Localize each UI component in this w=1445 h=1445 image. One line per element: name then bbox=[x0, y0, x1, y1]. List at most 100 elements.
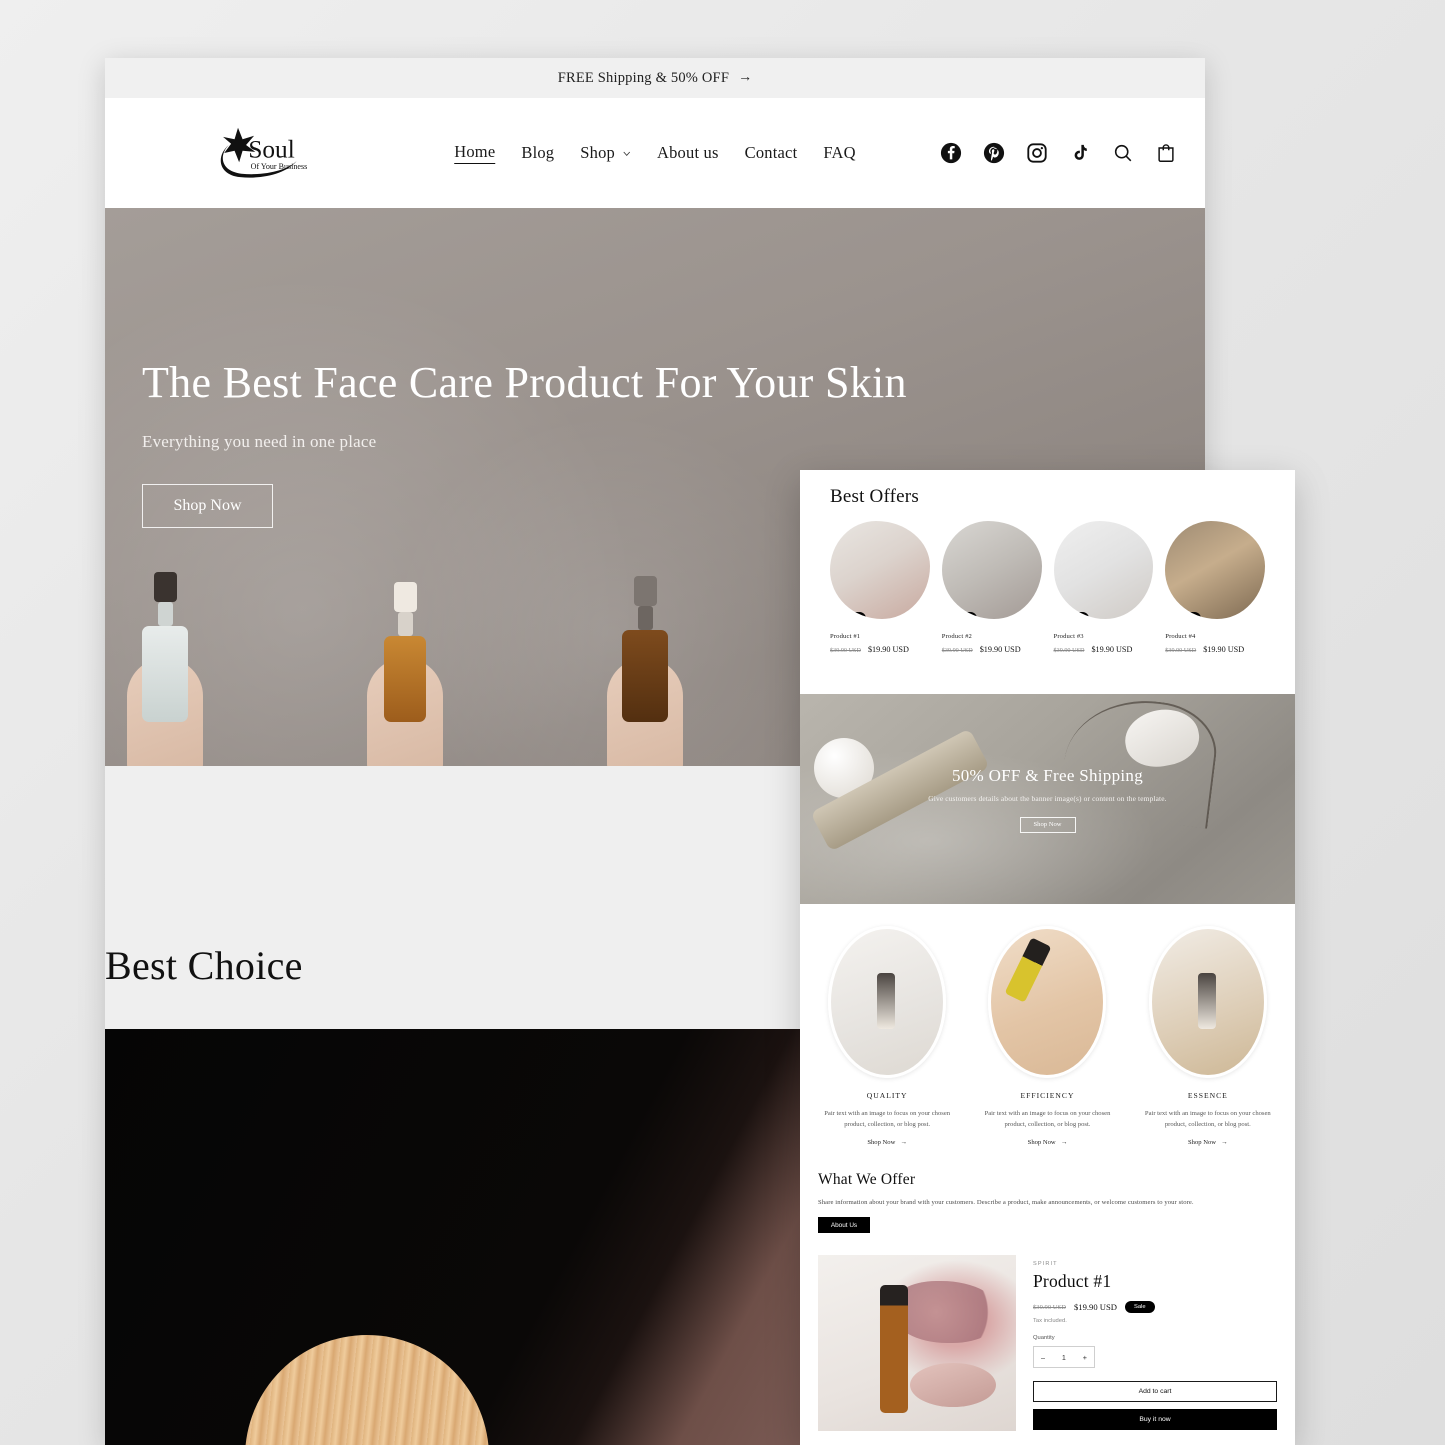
announcement-text: FREE Shipping & 50% OFF bbox=[557, 69, 730, 86]
feature-image bbox=[828, 926, 947, 1078]
product-old-price: $39.90 USD bbox=[1053, 647, 1085, 654]
product-price-row: $39.90 USD $19.90 USD bbox=[1054, 645, 1154, 654]
svg-text:Soul: Soul bbox=[248, 136, 294, 164]
nav-item-blog[interactable]: Blog bbox=[521, 143, 554, 163]
nav-item-contact[interactable]: Contact bbox=[745, 143, 798, 163]
feature-shop-now-link[interactable]: Shop Now → bbox=[1188, 1139, 1228, 1146]
feature-shop-now-link[interactable]: Shop Now → bbox=[1028, 1139, 1068, 1146]
quantity-stepper[interactable]: – 1 + bbox=[1033, 1346, 1095, 1369]
product-price: $19.90 USD bbox=[1091, 645, 1133, 654]
hero-title: The Best Face Care Product For Your Skin bbox=[142, 358, 907, 407]
nav-label: About us bbox=[656, 143, 719, 162]
sale-badge: Sale bbox=[1057, 612, 1090, 619]
promo-shop-now-button[interactable]: Shop Now bbox=[1019, 816, 1076, 833]
what-we-offer-heading: What We Offer bbox=[818, 1171, 916, 1189]
facebook-icon[interactable] bbox=[940, 142, 962, 164]
product-detail-image[interactable] bbox=[818, 1255, 1016, 1432]
add-to-cart-button[interactable]: Add to cart bbox=[1033, 1381, 1277, 1403]
nav-item-about-us[interactable]: About us bbox=[657, 143, 719, 163]
product-image: Sale bbox=[941, 521, 1042, 619]
quantity-value[interactable]: 1 bbox=[1062, 1353, 1066, 1362]
promo-banner-title: 50% OFF & Free Shipping bbox=[951, 765, 1144, 785]
promo-banner-text: Give customers details about the banner … bbox=[928, 793, 1167, 803]
svg-text:Of Your Business: Of Your Business bbox=[251, 162, 307, 171]
nav-item-faq[interactable]: FAQ bbox=[823, 143, 855, 163]
product-title: Product #1 bbox=[830, 633, 861, 640]
nav-label: FAQ bbox=[823, 143, 856, 162]
feature-text: Pair text with an image to focus on your… bbox=[984, 1110, 1111, 1129]
quantity-increase-button[interactable]: + bbox=[1083, 1353, 1087, 1362]
product-old-price: $39.90 USD bbox=[1165, 647, 1197, 654]
sale-badge: Sale bbox=[834, 612, 866, 619]
arrow-right-icon: → bbox=[900, 1139, 907, 1147]
product-price: $19.90 USD bbox=[979, 645, 1021, 654]
product-old-price: $39.90 USD bbox=[941, 647, 973, 654]
feature-title: QUALITY bbox=[866, 1091, 908, 1100]
tiktok-icon[interactable] bbox=[1069, 142, 1091, 164]
wooden-lid-decor bbox=[245, 1335, 489, 1445]
feature-shop-now-link[interactable]: Shop Now → bbox=[867, 1139, 907, 1146]
tax-note: Tax included. bbox=[1033, 1318, 1067, 1325]
announcement-bar[interactable]: FREE Shipping & 50% OFF → bbox=[105, 58, 1205, 98]
product-title: Product #4 bbox=[1165, 633, 1196, 640]
what-we-offer-section: What We Offer Share information about yo… bbox=[800, 1165, 1295, 1248]
product-title: Product #3 bbox=[1053, 633, 1084, 640]
serum-bottle-decor bbox=[880, 1285, 908, 1414]
instagram-icon[interactable] bbox=[1026, 142, 1048, 164]
product-card[interactable]: Sale Product #1 $39.90 USD $19.90 USD bbox=[830, 521, 930, 654]
brand-logo[interactable]: Soul Of Your Business bbox=[215, 125, 307, 181]
product-card[interactable]: Sale Product #3 $39.90 USD $19.90 USD bbox=[1053, 521, 1154, 654]
hero-subtitle: Everything you need in one place bbox=[142, 432, 377, 452]
features-section: QUALITY Pair text with an image to focus… bbox=[800, 904, 1295, 1166]
link-label: Shop Now bbox=[1188, 1139, 1217, 1147]
product-price-row: $39.90 USD $19.90 USD bbox=[942, 645, 1042, 654]
nav-item-shop[interactable]: Shop bbox=[580, 143, 631, 163]
search-icon[interactable] bbox=[1112, 142, 1134, 164]
product-price-row: $39.90 USD $19.90 USD bbox=[830, 645, 930, 654]
product-detail-info: SPIRIT Product #1 $39.90 USD $19.90 USD … bbox=[1033, 1255, 1277, 1445]
quantity-label: Quantity bbox=[1033, 1335, 1055, 1342]
arrow-right-icon: → bbox=[1221, 1139, 1228, 1147]
header-icon-group bbox=[940, 142, 1177, 164]
sale-badge: Sale bbox=[1124, 1301, 1155, 1314]
product-detail-price: $19.90 USD bbox=[1073, 1302, 1117, 1313]
sale-badge: Sale bbox=[1169, 612, 1201, 619]
logo-mark-icon: Soul Of Your Business bbox=[220, 127, 307, 178]
product-price: $19.90 USD bbox=[1203, 645, 1245, 654]
best-offers-heading: Best Offers bbox=[830, 486, 919, 507]
product-image: Sale bbox=[1053, 521, 1154, 619]
product-old-price: $39.90 USD bbox=[830, 647, 861, 654]
feature-column-quality: QUALITY Pair text with an image to focus… bbox=[818, 926, 956, 1149]
chevron-down-icon bbox=[623, 151, 630, 156]
product-detail-old-price: $39.90 USD bbox=[1033, 1303, 1066, 1311]
features-grid: QUALITY Pair text with an image to focus… bbox=[818, 926, 1277, 1149]
section-wave-divider bbox=[830, 664, 1265, 694]
main-navigation: Home Blog Shop About us Contact FAQ bbox=[454, 142, 856, 164]
hero-shop-now-button[interactable]: Shop Now bbox=[142, 484, 273, 529]
feature-column-essence: ESSENCE Pair text with an image to focus… bbox=[1139, 926, 1277, 1149]
feature-title: EFFICIENCY bbox=[1020, 1091, 1075, 1100]
product-vendor: SPIRIT bbox=[1033, 1261, 1058, 1268]
product-card[interactable]: Sale Product #2 $39.90 USD $19.90 USD bbox=[941, 521, 1042, 654]
promo-banner-section: 50% OFF & Free Shipping Give customers d… bbox=[800, 694, 1295, 904]
cart-icon[interactable] bbox=[1155, 142, 1177, 164]
product-detail-section: SPIRIT Product #1 $39.90 USD $19.90 USD … bbox=[800, 1247, 1295, 1445]
floating-preview-panel: Best Offers Sale Product #1 $39.90 USD $… bbox=[800, 470, 1295, 1445]
link-label: Shop Now bbox=[1027, 1139, 1056, 1147]
product-price-row: $39.90 USD $19.90 USD bbox=[1165, 645, 1265, 654]
buy-it-now-button[interactable]: Buy it now bbox=[1033, 1409, 1277, 1431]
pinterest-icon[interactable] bbox=[983, 142, 1005, 164]
product-title: Product #2 bbox=[941, 633, 973, 640]
nav-item-home[interactable]: Home bbox=[454, 142, 496, 164]
arrow-right-icon: → bbox=[738, 70, 753, 85]
about-us-button[interactable]: About Us bbox=[818, 1217, 870, 1234]
nav-label: Blog bbox=[521, 143, 555, 162]
product-card[interactable]: Sale Product #4 $39.90 USD $19.90 USD bbox=[1165, 521, 1265, 654]
hook-wire-decor bbox=[1058, 694, 1222, 829]
product-image: Sale bbox=[830, 521, 930, 619]
site-header: Soul Of Your Business Home Blog Shop Abo… bbox=[105, 98, 1205, 208]
quantity-decrease-button[interactable]: – bbox=[1041, 1353, 1045, 1362]
product-image: Sale bbox=[1165, 521, 1265, 619]
link-label: Shop Now bbox=[867, 1139, 896, 1147]
arrow-right-icon: → bbox=[1060, 1139, 1068, 1147]
